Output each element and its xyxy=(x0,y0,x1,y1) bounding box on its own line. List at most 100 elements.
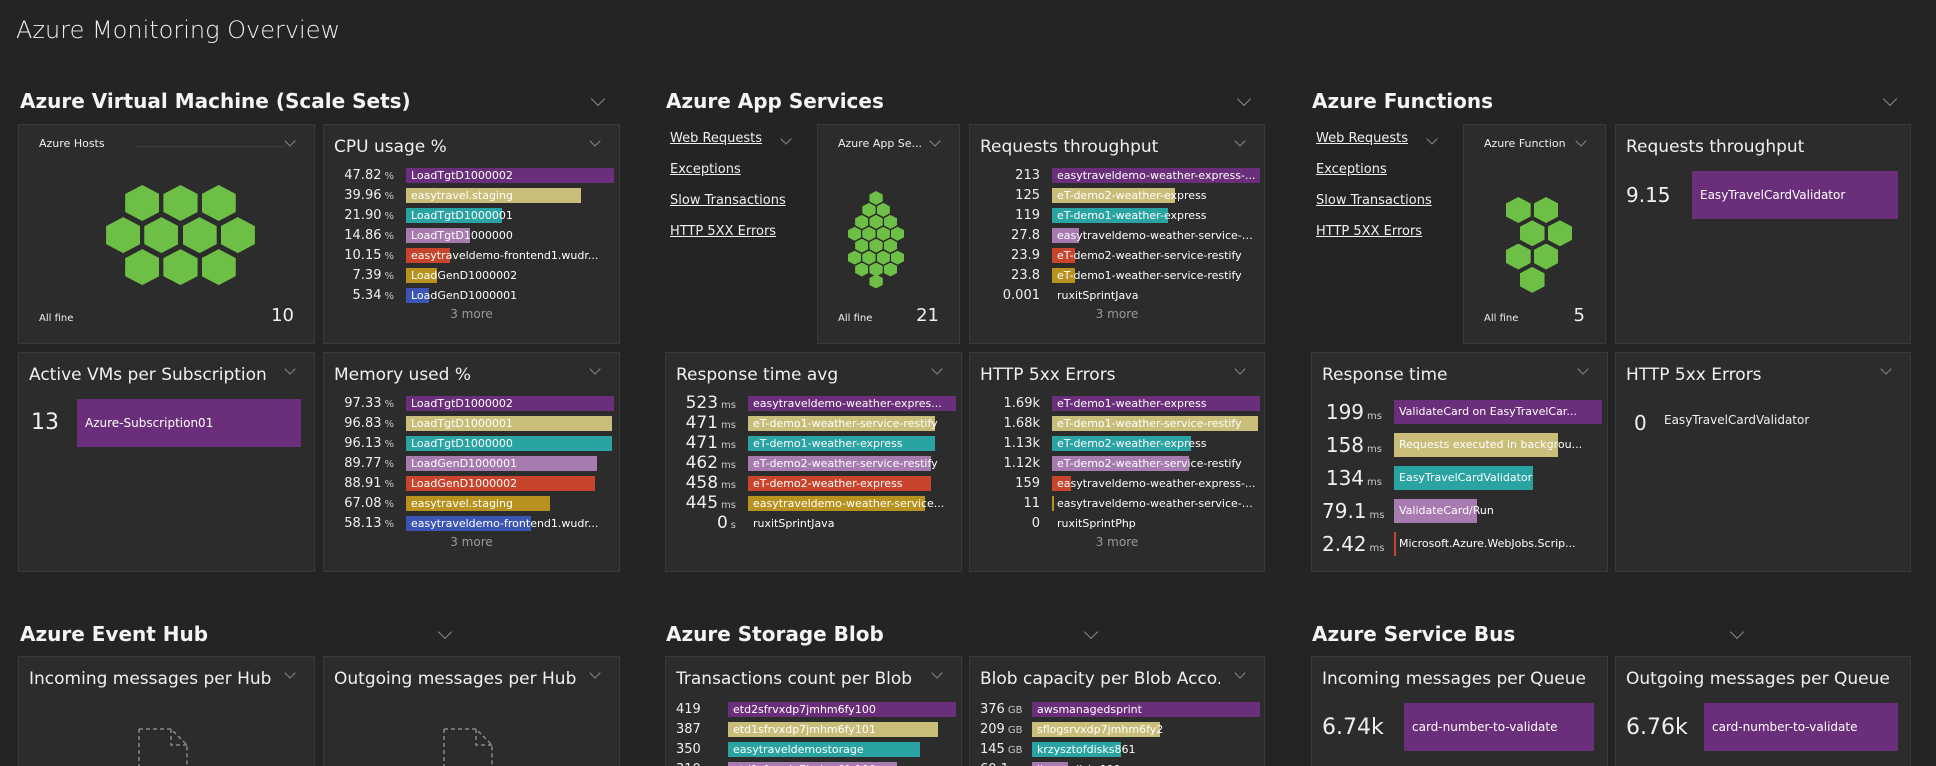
nav-link[interactable]: Web Requests xyxy=(1316,131,1432,146)
host-hexagon[interactable] xyxy=(125,249,160,286)
host-hexagon[interactable] xyxy=(848,226,862,241)
bar-row: 471 ms eT-demo1-weather-express xyxy=(676,433,956,453)
host-hexagon[interactable] xyxy=(869,274,883,289)
host-hexagon[interactable] xyxy=(883,238,898,253)
tile-app-service-hosts[interactable]: Azure App Se... All fine 21 xyxy=(817,124,960,344)
nav-link[interactable]: Slow Transactions xyxy=(670,193,786,208)
nav-link[interactable]: Slow Transactions xyxy=(1316,193,1432,208)
tile-outgoing-messages-queue[interactable]: Outgoing messages per Queue 6.76k card-n… xyxy=(1615,656,1911,766)
host-hexagon[interactable] xyxy=(1506,197,1531,223)
host-hexagon[interactable] xyxy=(869,238,883,253)
host-hexagon[interactable] xyxy=(220,217,255,254)
host-hexagon[interactable] xyxy=(855,214,869,229)
tile-response-time-avg[interactable]: Response time avg 523 ms easytraveldemo-we… xyxy=(665,352,962,572)
chevron-down-icon[interactable] xyxy=(284,363,296,375)
tile-azure-hosts[interactable]: Azure Hosts All fine 10 xyxy=(18,124,315,344)
chevron-down-icon[interactable] xyxy=(284,667,296,679)
tile-memory-used[interactable]: Memory used % 97.33% LoadTgtD1000002 96.83… xyxy=(323,352,620,572)
chevron-down-icon[interactable] xyxy=(1729,624,1745,640)
more-link[interactable]: 3 more xyxy=(970,534,1264,550)
host-hexagon[interactable] xyxy=(876,250,890,265)
host-hexagon[interactable] xyxy=(1547,220,1573,247)
more-link[interactable]: 3 more xyxy=(970,306,1264,322)
tile-requests-throughput[interactable]: Requests throughput 213 easytraveldemo-we… xyxy=(969,124,1265,344)
more-link[interactable]: 3 more xyxy=(324,534,619,550)
tile-transactions-count[interactable]: Transactions count per Blob ... 419 etd2s… xyxy=(665,656,962,766)
nav-link[interactable]: HTTP 5XX Errors xyxy=(1316,224,1432,239)
host-hexagon[interactable] xyxy=(125,185,160,221)
tile-active-vms[interactable]: Active VMs per Subscription 13 Azure-Sub… xyxy=(18,352,315,572)
host-hexagon[interactable] xyxy=(144,217,179,254)
more-link[interactable]: 3 more xyxy=(324,306,619,322)
tile-outgoing-messages-hub[interactable]: Outgoing messages per Hub xyxy=(323,656,620,766)
host-hexagon[interactable] xyxy=(855,238,869,253)
host-hexagon[interactable] xyxy=(201,249,236,286)
host-hexagon[interactable] xyxy=(869,191,883,205)
row-value-number: 11 xyxy=(1023,495,1040,511)
tile-http-5xx-errors[interactable]: HTTP 5xx Errors 1.69k eT-demo1-weather-ex… xyxy=(969,352,1265,572)
host-hexagon[interactable] xyxy=(855,262,869,277)
host-hexagon[interactable] xyxy=(890,226,905,241)
nav-link[interactable]: Exceptions xyxy=(670,162,786,177)
chevron-down-icon[interactable] xyxy=(1880,363,1892,375)
host-hexagon[interactable] xyxy=(876,226,890,241)
tile-functions-throughput[interactable]: Requests throughput 9.15 EasyTravelCardV… xyxy=(1615,124,1911,344)
host-hexagon[interactable] xyxy=(862,250,876,265)
nav-link[interactable]: Exceptions xyxy=(1316,162,1432,177)
chevron-down-icon[interactable] xyxy=(1575,135,1587,147)
host-hexagon[interactable] xyxy=(869,214,883,229)
tile-functions-response-time[interactable]: Response time 199 ms ValidateCard on EasyT… xyxy=(1311,352,1608,572)
host-hexagon[interactable] xyxy=(883,214,898,229)
row-unit: ms xyxy=(721,460,736,471)
host-hexagon[interactable] xyxy=(201,185,236,221)
chevron-down-icon[interactable] xyxy=(1577,363,1589,375)
row-unit: ms xyxy=(721,420,736,431)
bar-row: 145 GB krzysztofdisks861 xyxy=(980,739,1260,759)
host-hexagon[interactable] xyxy=(1519,266,1545,293)
chevron-down-icon[interactable] xyxy=(589,363,601,375)
chevron-down-icon[interactable] xyxy=(929,135,941,147)
host-hexagon[interactable] xyxy=(862,202,876,217)
chevron-down-icon[interactable] xyxy=(284,135,296,147)
host-hexagon[interactable] xyxy=(1533,197,1559,223)
host-hexagon[interactable] xyxy=(862,226,876,241)
row-value-number: 47.82 xyxy=(344,167,382,183)
chevron-down-icon[interactable] xyxy=(1234,667,1246,679)
chevron-down-icon[interactable] xyxy=(1882,91,1898,107)
host-hexagon[interactable] xyxy=(869,262,883,277)
chevron-down-icon[interactable] xyxy=(931,667,943,679)
bar-label: LoadTgtD1000000 xyxy=(411,228,513,242)
bar-track: eT-demo1-weather-service-restify xyxy=(1052,415,1260,431)
chevron-down-icon[interactable] xyxy=(589,667,601,679)
tile-blob-capacity[interactable]: Blob capacity per Blob Acco... 376 GB awsm… xyxy=(969,656,1265,766)
chevron-down-icon[interactable] xyxy=(1234,363,1246,375)
host-hexagon[interactable] xyxy=(163,185,198,221)
nav-link[interactable]: HTTP 5XX Errors xyxy=(670,224,786,239)
tile-functions-5xx-errors[interactable]: HTTP 5xx Errors 0 EasyTravelCardValidato… xyxy=(1615,352,1911,572)
chevron-down-icon[interactable] xyxy=(1083,624,1099,640)
host-hexagon[interactable] xyxy=(1533,243,1559,270)
host-hexagon[interactable] xyxy=(848,250,862,265)
host-hexagon[interactable] xyxy=(1519,220,1545,247)
chevron-down-icon[interactable] xyxy=(590,91,606,107)
host-hexagon[interactable] xyxy=(163,249,198,286)
tile-cpu-usage[interactable]: CPU usage % 47.82% LoadTgtD1000002 39.96% e… xyxy=(323,124,620,344)
host-hexagon[interactable] xyxy=(1506,243,1531,270)
nav-link[interactable]: Web Requests xyxy=(670,131,786,146)
chevron-down-icon[interactable] xyxy=(437,624,453,640)
host-hexagon[interactable] xyxy=(890,250,905,265)
host-hexagon[interactable] xyxy=(876,202,890,217)
chevron-down-icon[interactable] xyxy=(589,135,601,147)
chevron-down-icon[interactable] xyxy=(1234,135,1246,147)
row-value-number: 67.08 xyxy=(344,495,382,511)
bar-track: LoadTgtD1000002 xyxy=(406,395,614,411)
host-hexagon[interactable] xyxy=(182,217,217,254)
tile-incoming-messages-hub[interactable]: Incoming messages per Hub xyxy=(18,656,315,766)
chevron-down-icon[interactable] xyxy=(931,363,943,375)
host-hexagon[interactable] xyxy=(106,217,141,254)
chevron-down-icon[interactable] xyxy=(1236,91,1252,107)
tile-function-hosts[interactable]: Azure Function All fine 5 xyxy=(1463,124,1606,344)
host-hexagon[interactable] xyxy=(883,262,898,277)
row-value: 67.08% xyxy=(334,496,394,511)
tile-incoming-messages-queue[interactable]: Incoming messages per Queue 6.74k card-n… xyxy=(1311,656,1608,766)
